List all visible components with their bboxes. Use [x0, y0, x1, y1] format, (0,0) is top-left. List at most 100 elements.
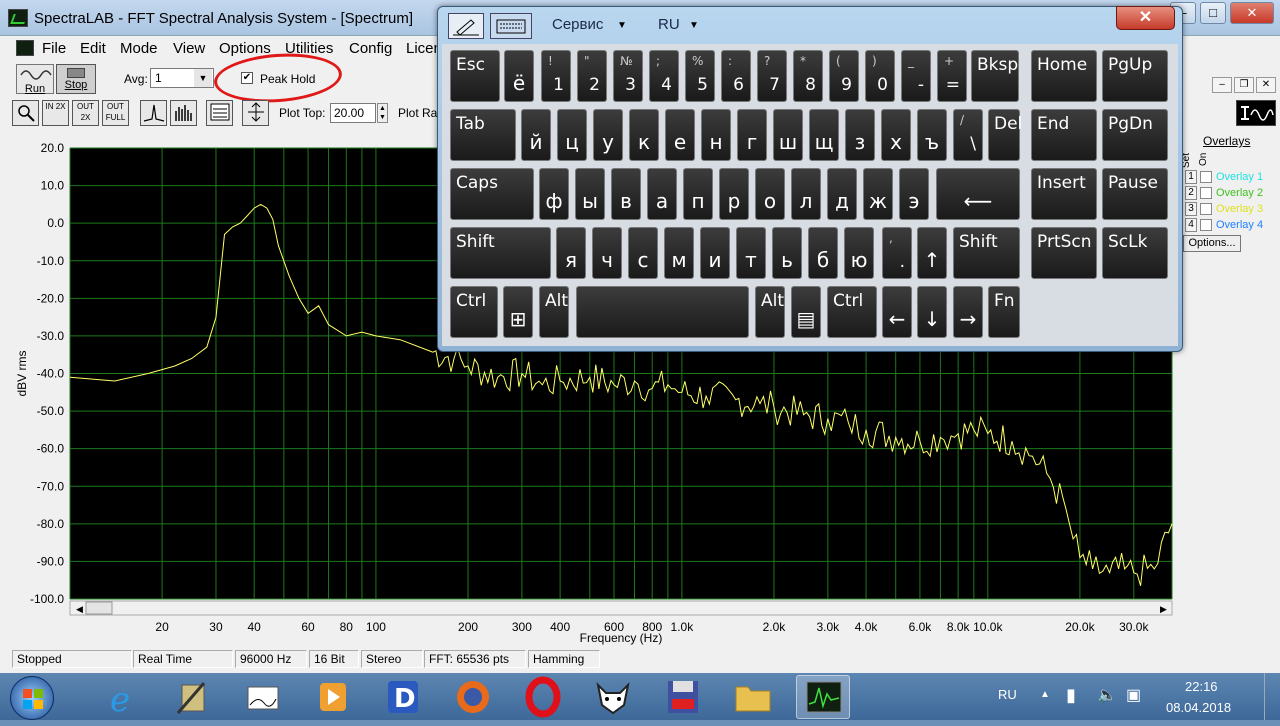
osk-key-r3-12[interactable]: Shift	[953, 227, 1020, 279]
osk-key-r1-8[interactable]: ш	[773, 109, 803, 161]
close-button[interactable]: ✕	[1230, 2, 1274, 24]
osk-key-r1-2[interactable]: ц	[557, 109, 587, 161]
osk-key-r2-6[interactable]: р	[719, 168, 749, 220]
zoom-out-full-button[interactable]: OUT FULL	[102, 100, 129, 126]
zoom-icon[interactable]	[12, 100, 39, 126]
ie-icon[interactable]: e	[96, 675, 150, 720]
osk-key-r1-13[interactable]: / \	[953, 109, 983, 161]
osk-key-r0-14[interactable]: Bksp	[971, 50, 1019, 102]
osk-key-r3-11[interactable]: ↑	[917, 227, 947, 279]
osk-key-r0-9[interactable]: * 8	[793, 50, 823, 102]
osk-key-r1-0[interactable]: Tab	[450, 109, 516, 161]
osk-key-r1-10[interactable]: з	[845, 109, 875, 161]
overlay-2-set-button[interactable]: 2	[1185, 186, 1197, 200]
overlay-1-checkbox[interactable]	[1200, 171, 1212, 183]
osk-key-r4-7[interactable]: ←	[882, 286, 912, 338]
osk-key-r2-14[interactable]: Pause	[1102, 168, 1168, 220]
menu-config[interactable]: Config	[349, 40, 392, 57]
clock-date[interactable]: 08.04.2018	[1166, 700, 1231, 715]
osk-key-r4-10[interactable]: Fn	[988, 286, 1020, 338]
osk-key-r3-4[interactable]: м	[664, 227, 694, 279]
overlay-2-checkbox[interactable]	[1200, 187, 1212, 199]
osk-key-r2-3[interactable]: в	[611, 168, 641, 220]
scale-icon[interactable]	[242, 100, 269, 126]
osk-key-r4-6[interactable]: Ctrl	[827, 286, 877, 338]
osk-key-r2-1[interactable]: ф	[539, 168, 569, 220]
osk-key-r0-0[interactable]: Esc	[450, 50, 500, 102]
d-app-icon[interactable]: D	[376, 675, 430, 719]
osk-key-r2-2[interactable]: ы	[575, 168, 605, 220]
osk-key-r1-11[interactable]: х	[881, 109, 911, 161]
osk-key-r3-0[interactable]: Shift	[450, 227, 551, 279]
osk-key-r4-4[interactable]: Alt	[755, 286, 785, 338]
osk-key-r0-5[interactable]: ; 4	[649, 50, 679, 102]
osk-key-r3-1[interactable]: я	[556, 227, 586, 279]
osk-key-r2-7[interactable]: о	[755, 168, 785, 220]
spectralab-taskbar-icon[interactable]	[796, 675, 850, 719]
osk-key-r1-4[interactable]: к	[629, 109, 659, 161]
table-icon[interactable]	[206, 100, 233, 126]
osk-key-r1-16[interactable]: PgDn	[1102, 109, 1168, 161]
osk-key-r0-16[interactable]: PgUp	[1102, 50, 1168, 102]
opera-icon[interactable]	[516, 675, 570, 719]
osk-key-r3-9[interactable]: ю	[844, 227, 874, 279]
osk-key-r4-0[interactable]: Ctrl	[450, 286, 498, 338]
osk-key-r0-10[interactable]: (9	[829, 50, 859, 102]
volume-icon[interactable]: 🔈	[1097, 685, 1117, 705]
floppy-disk-icon[interactable]	[656, 675, 710, 719]
osk-close-button[interactable]: ✕	[1116, 6, 1175, 30]
show-desktop-button[interactable]	[1264, 673, 1280, 720]
overlay-4-set-button[interactable]: 4	[1185, 218, 1197, 232]
bar-plot-icon[interactable]	[170, 100, 197, 126]
osk-key-r4-8[interactable]: ↓	[917, 286, 947, 338]
osk-key-r0-4[interactable]: № 3	[613, 50, 643, 102]
osk-key-r4-9[interactable]: →	[953, 286, 983, 338]
osk-key-r1-3[interactable]: у	[593, 109, 623, 161]
osk-key-r3-3[interactable]: с	[628, 227, 658, 279]
osk-key-r0-2[interactable]: ! 1	[541, 50, 571, 102]
spectrum-mode-icon[interactable]	[1236, 100, 1276, 126]
osk-key-r4-5[interactable]: ▤	[791, 286, 821, 338]
start-button[interactable]	[10, 676, 54, 720]
osk-key-r3-13[interactable]: PrtScn	[1031, 227, 1097, 279]
osk-key-r2-0[interactable]: Caps	[450, 168, 534, 220]
osk-key-r0-15[interactable]: Home	[1031, 50, 1097, 102]
overlay-options-button[interactable]: Options...	[1183, 235, 1241, 252]
osk-service-menu[interactable]: Сервис	[552, 16, 603, 33]
osk-key-r3-5[interactable]: и	[700, 227, 730, 279]
clock-time[interactable]: 22:16	[1185, 679, 1218, 694]
osk-key-r1-6[interactable]: н	[701, 109, 731, 161]
battery-icon[interactable]: ▮	[1066, 685, 1076, 706]
osk-key-r2-11[interactable]: э	[899, 168, 929, 220]
folder-icon[interactable]	[726, 675, 780, 719]
osk-key-r1-7[interactable]: г	[737, 109, 767, 161]
osk-key-r1-12[interactable]: ъ	[917, 109, 947, 161]
overlay-3-set-button[interactable]: 3	[1185, 202, 1197, 216]
network-icon[interactable]: ▣	[1126, 685, 1141, 705]
osk-key-r3-2[interactable]: ч	[592, 227, 622, 279]
osk-key-r1-9[interactable]: щ	[809, 109, 839, 161]
language-indicator[interactable]: RU	[998, 687, 1017, 702]
osk-key-r4-1[interactable]: ⊞	[503, 286, 533, 338]
osk-key-r4-3[interactable]	[576, 286, 749, 338]
firefox-icon[interactable]	[446, 675, 500, 719]
osk-key-r3-7[interactable]: ь	[772, 227, 802, 279]
run-button[interactable]: Run	[16, 64, 54, 95]
overlay-3-checkbox[interactable]	[1200, 203, 1212, 215]
osk-key-r1-5[interactable]: е	[665, 109, 695, 161]
osk-key-r2-8[interactable]: л	[791, 168, 821, 220]
osk-key-r2-12[interactable]: ⟵	[936, 168, 1020, 220]
osk-key-r1-14[interactable]: Del	[988, 109, 1022, 161]
osk-key-r0-8[interactable]: ? 7	[757, 50, 787, 102]
fox-app-icon[interactable]	[586, 675, 640, 719]
osk-key-r0-3[interactable]: " 2	[577, 50, 607, 102]
menu-view[interactable]: View	[173, 40, 205, 57]
signature-tool-icon[interactable]	[236, 675, 290, 719]
osk-key-r0-7[interactable]: :6	[721, 50, 751, 102]
osk-key-r3-6[interactable]: т	[736, 227, 766, 279]
media-player-icon[interactable]	[306, 675, 360, 719]
osk-key-r0-1[interactable]: ё	[504, 50, 534, 102]
osk-key-r2-9[interactable]: д	[827, 168, 857, 220]
osk-key-r3-10[interactable]: ,.	[882, 227, 912, 279]
keyboard-icon[interactable]	[490, 13, 532, 39]
